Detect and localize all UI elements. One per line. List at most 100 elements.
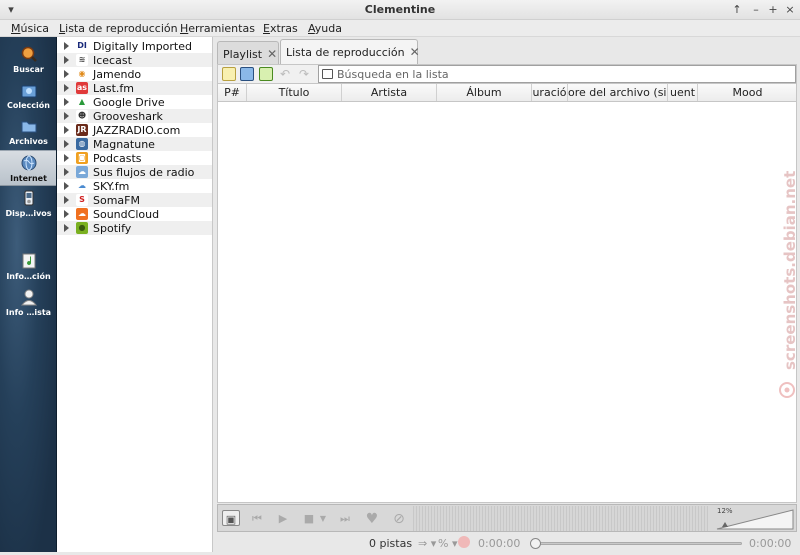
- column-album[interactable]: Álbum: [437, 84, 532, 101]
- service-item-radio-stream[interactable]: ☁ Sus flujos de radio: [57, 165, 212, 179]
- status-bar: 0 pistas ⇒ ▾ % ▾ 0:00:00 0:00:00: [217, 533, 800, 552]
- service-item-icecast[interactable]: ≋ Icecast: [57, 53, 212, 67]
- volume-value: 12%: [717, 507, 733, 515]
- next-track-icon[interactable]: ⏭: [336, 510, 354, 528]
- expand-arrow-icon[interactable]: [64, 224, 69, 232]
- shuffle-repeat-icon[interactable]: % ▾: [438, 537, 457, 550]
- service-item-google-drive[interactable]: ▲ Google Drive: [57, 95, 212, 109]
- tab-playlist[interactable]: Playlist ✕: [217, 41, 279, 64]
- volume-handle-icon[interactable]: [722, 522, 728, 527]
- expand-arrow-icon[interactable]: [64, 196, 69, 204]
- close-icon[interactable]: ×: [783, 3, 797, 17]
- radio-stream-icon: ☁: [76, 166, 88, 178]
- sidebar-item-internet[interactable]: Internet: [0, 150, 56, 186]
- library-icon: [21, 85, 36, 98]
- service-item-podcast[interactable]: ◙ Podcasts: [57, 151, 212, 165]
- redo-icon[interactable]: ↷: [297, 67, 311, 81]
- save-playlist-icon[interactable]: [259, 67, 273, 81]
- seek-slider[interactable]: [530, 538, 742, 549]
- service-item-digitally-imported[interactable]: DI Digitally Imported: [57, 39, 212, 53]
- playlist-search-field[interactable]: Búsqueda en la lista: [318, 65, 796, 83]
- service-item-skyfm[interactable]: ☁ SKY.fm: [57, 179, 212, 193]
- artist-info-icon: [20, 289, 37, 306]
- menu-ayuda[interactable]: Ayuda: [308, 22, 342, 35]
- sidebar-item-coleccion[interactable]: Colección: [0, 78, 56, 114]
- love-icon[interactable]: ♥: [363, 510, 381, 528]
- service-item-grooveshark[interactable]: ☻ Grooveshark: [57, 109, 212, 123]
- stop-icon[interactable]: ■: [300, 510, 318, 528]
- expand-arrow-icon[interactable]: [64, 84, 69, 92]
- maximize-icon[interactable]: +: [766, 3, 780, 17]
- column-source[interactable]: uent: [668, 84, 698, 101]
- menu-musica[interactable]: Música: [11, 22, 49, 35]
- sidebar-item-buscar[interactable]: Buscar: [0, 42, 56, 78]
- sidebar-label-buscar: Buscar: [13, 65, 44, 74]
- expand-arrow-icon[interactable]: [64, 168, 69, 176]
- service-item-somafm[interactable]: S SomaFM: [57, 193, 212, 207]
- column-mood[interactable]: Mood: [698, 84, 797, 101]
- service-item-jazzradio[interactable]: JR JAZZRADIO.com: [57, 123, 212, 137]
- sidebar-item-info-artista[interactable]: Info …ista: [0, 285, 56, 321]
- service-item-magnatune[interactable]: ◍ Magnatune: [57, 137, 212, 151]
- somafm-icon: S: [76, 194, 88, 206]
- skyfm-icon: ☁: [76, 180, 88, 192]
- tab-close-icon[interactable]: ✕: [267, 47, 277, 61]
- undo-icon[interactable]: ↶: [278, 67, 292, 81]
- play-icon[interactable]: ▶: [274, 510, 292, 528]
- menu-musica-label: úsica: [20, 22, 50, 35]
- previous-track-icon[interactable]: ⏮: [248, 510, 266, 528]
- tab-playlist-label: Playlist: [223, 48, 263, 61]
- ban-icon[interactable]: ⊘: [390, 510, 408, 528]
- column-track-number[interactable]: P#: [218, 84, 247, 101]
- service-item-spotify[interactable]: ● Spotify: [57, 221, 212, 235]
- sidebar-item-archivos[interactable]: Archivos: [0, 114, 56, 150]
- column-duration[interactable]: uració: [532, 84, 568, 101]
- tab-lista-de-reproduccion[interactable]: Lista de reproducción ✕: [280, 39, 420, 64]
- expand-arrow-icon[interactable]: [64, 126, 69, 134]
- globe-icon: [21, 155, 36, 171]
- menu-extras[interactable]: Extras: [263, 22, 298, 35]
- internet-services-tree: DI Digitally Imported ≋ Icecast ◉ Jamendo as La…: [57, 37, 213, 552]
- expand-arrow-icon[interactable]: [64, 140, 69, 148]
- service-item-lastfm[interactable]: as Last.fm: [57, 81, 212, 95]
- expand-arrow-icon[interactable]: [64, 154, 69, 162]
- seek-handle[interactable]: [530, 538, 541, 549]
- sidebar-item-dispositivos[interactable]: Disp…ivos: [0, 186, 56, 222]
- playlist-view[interactable]: [217, 102, 797, 503]
- column-title[interactable]: Título: [247, 84, 342, 101]
- stop-menu-chevron-icon[interactable]: ▼: [318, 510, 328, 528]
- volume-slider[interactable]: 12%: [713, 505, 797, 532]
- expand-arrow-icon[interactable]: [64, 182, 69, 190]
- stop-after-icon[interactable]: ▣: [222, 510, 240, 526]
- menu-herramientas[interactable]: Herramientas: [180, 22, 255, 35]
- lastfm-scrobble-icon[interactable]: [458, 536, 470, 548]
- expand-arrow-icon[interactable]: [64, 210, 69, 218]
- tab-close-icon[interactable]: ✕: [410, 45, 420, 59]
- total-time: 0:00:00: [749, 537, 792, 550]
- expand-arrow-icon[interactable]: [64, 42, 69, 50]
- digitally-imported-icon: DI: [76, 40, 88, 52]
- menu-lista-de-reproduccion[interactable]: Lista de reproducción: [59, 22, 178, 35]
- expand-arrow-icon[interactable]: [64, 56, 69, 64]
- column-filename[interactable]: ore del archivo (sin: [568, 84, 668, 101]
- service-label: Icecast: [93, 54, 132, 67]
- expand-arrow-icon[interactable]: [64, 98, 69, 106]
- keep-above-icon[interactable]: ↑: [730, 3, 744, 17]
- new-playlist-icon[interactable]: [222, 67, 236, 81]
- service-label: Spotify: [93, 222, 132, 235]
- minimize-icon[interactable]: –: [749, 3, 763, 17]
- playlist-mode-icon[interactable]: ⇒ ▾: [418, 537, 436, 550]
- search-icon: [21, 46, 37, 62]
- expand-arrow-icon[interactable]: [64, 70, 69, 78]
- column-artist[interactable]: Artista: [342, 84, 437, 101]
- service-item-soundcloud[interactable]: ☁ SoundCloud: [57, 207, 212, 221]
- menu-ayuda-label: yuda: [314, 22, 342, 35]
- load-playlist-icon[interactable]: [240, 67, 254, 81]
- menu-extras-label: xtras: [269, 22, 298, 35]
- sidebar-item-info-cancion[interactable]: Info…ción: [0, 249, 56, 285]
- filter-icon: [322, 69, 333, 79]
- sidebar-label-internet: Internet: [10, 174, 47, 183]
- expand-arrow-icon[interactable]: [64, 112, 69, 120]
- service-label: Digitally Imported: [93, 40, 192, 53]
- service-item-jamendo[interactable]: ◉ Jamendo: [57, 67, 212, 81]
